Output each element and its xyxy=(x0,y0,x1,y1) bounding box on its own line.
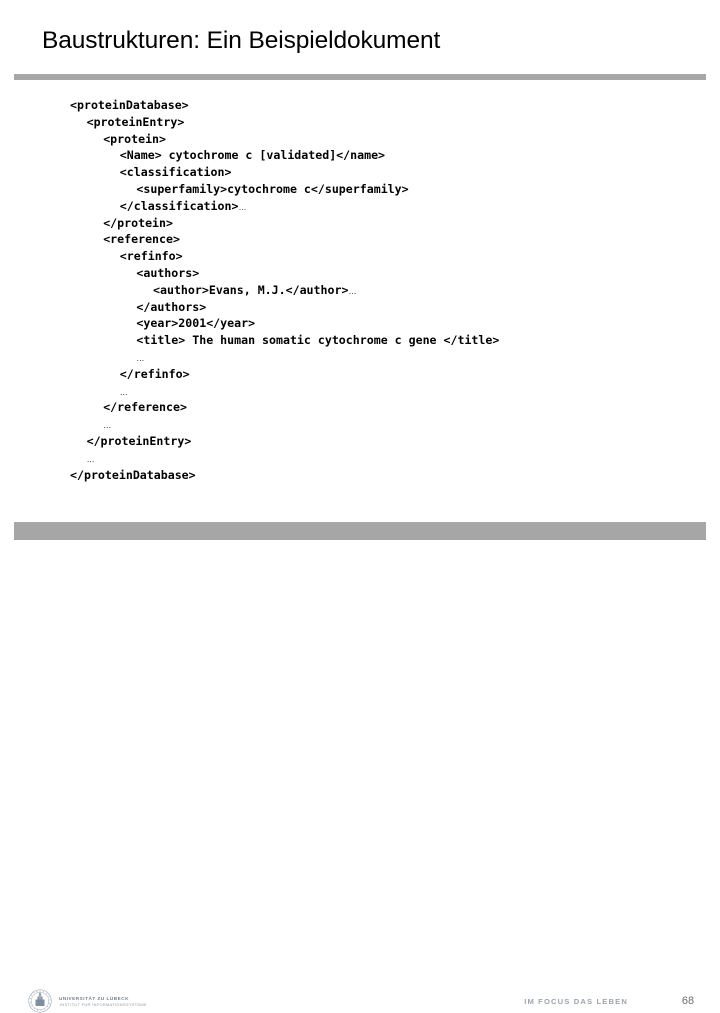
code-line: <proteinDatabase> xyxy=(70,97,690,114)
code-line: </proteinEntry> xyxy=(70,433,690,450)
code-line-text: <Name> cytochrome c [validated]</name> xyxy=(119,148,386,163)
code-line: … xyxy=(70,349,690,366)
code-line-text: </reference> xyxy=(103,400,187,415)
institute-name: INSTITUT FÜR INFORMATIONSSYSTEME xyxy=(60,1002,147,1008)
code-line-text: <authors> xyxy=(136,265,200,280)
code-line-text: <superfamily>cytochrome c</superfamily> xyxy=(136,181,409,196)
university-wordmark: UNIVERSITÄT ZU LÜBECK INSTITUT FÜR INFOR… xyxy=(59,994,147,1008)
code-line-text: <refinfo> xyxy=(119,249,183,264)
code-line: … xyxy=(70,416,690,433)
code-line: </refinfo> xyxy=(70,366,690,383)
code-line: <authors> xyxy=(70,265,690,282)
ellipsis-marker: … xyxy=(119,387,129,397)
code-line: </reference> xyxy=(70,399,690,416)
code-line-text: <author>Evans, M.J.</author> xyxy=(153,282,349,297)
code-line: </protein> xyxy=(70,215,690,232)
code-line: <refinfo> xyxy=(70,248,690,265)
code-line: </classification>… xyxy=(70,198,690,215)
code-line-text: <proteinDatabase> xyxy=(70,98,189,112)
code-line: <reference> xyxy=(70,231,690,248)
ellipsis-marker: … xyxy=(86,454,96,464)
code-line-text: </refinfo> xyxy=(119,366,190,381)
xml-code-block: <proteinDatabase> <proteinEntry> <protein>… xyxy=(70,97,690,483)
ellipsis-marker: … xyxy=(348,286,357,296)
code-line: <proteinEntry> xyxy=(70,114,690,131)
code-line: <Name> cytochrome c [validated]</name> xyxy=(70,147,690,164)
code-line-text: <classification> xyxy=(119,165,232,180)
ellipsis-marker: … xyxy=(136,353,145,363)
code-line-text: <protein> xyxy=(103,131,167,146)
code-line: <title> The human somatic cytochrome c g… xyxy=(70,332,690,349)
ellipsis-marker: … xyxy=(238,202,247,212)
code-line-text: <reference> xyxy=(103,232,180,247)
code-line-text: <year>2001</year> xyxy=(136,316,256,331)
page-title: Baustrukturen: Ein Beispieldokument xyxy=(42,27,441,54)
footer-bar xyxy=(14,522,706,540)
code-line-text: <proteinEntry> xyxy=(86,114,185,129)
code-line: </proteinDatabase> xyxy=(70,467,690,484)
code-line: … xyxy=(70,383,690,400)
code-line: <classification> xyxy=(70,164,690,181)
code-line: <superfamily>cytochrome c</superfamily> xyxy=(70,181,690,198)
university-logo: UNIVERSITÄT ZU LÜBECK INSTITUT FÜR INFOR… xyxy=(28,989,147,1013)
code-line: <author>Evans, M.J.</author>… xyxy=(70,282,690,299)
university-seal-icon xyxy=(28,989,52,1013)
code-line-text: </proteinDatabase> xyxy=(70,467,196,482)
code-line: … xyxy=(70,450,690,467)
code-line-text: </proteinEntry> xyxy=(86,433,192,448)
code-line-text: </protein> xyxy=(103,215,173,230)
code-line: <protein> xyxy=(70,131,690,148)
code-line-text: </authors> xyxy=(136,299,207,314)
page-number: 68 xyxy=(681,995,695,1007)
ellipsis-marker: … xyxy=(103,421,112,431)
slide-footer: UNIVERSITÄT ZU LÜBECK INSTITUT FÜR INFOR… xyxy=(0,492,720,1013)
code-line: <year>2001</year> xyxy=(70,315,690,332)
title-divider xyxy=(14,74,706,80)
footer-tagline: IM FOCUS DAS LEBEN xyxy=(524,997,628,1006)
code-line-text: </classification> xyxy=(119,198,239,213)
code-line: </authors> xyxy=(70,299,690,316)
code-line-text: <title> The human somatic cytochrome c g… xyxy=(136,333,500,348)
